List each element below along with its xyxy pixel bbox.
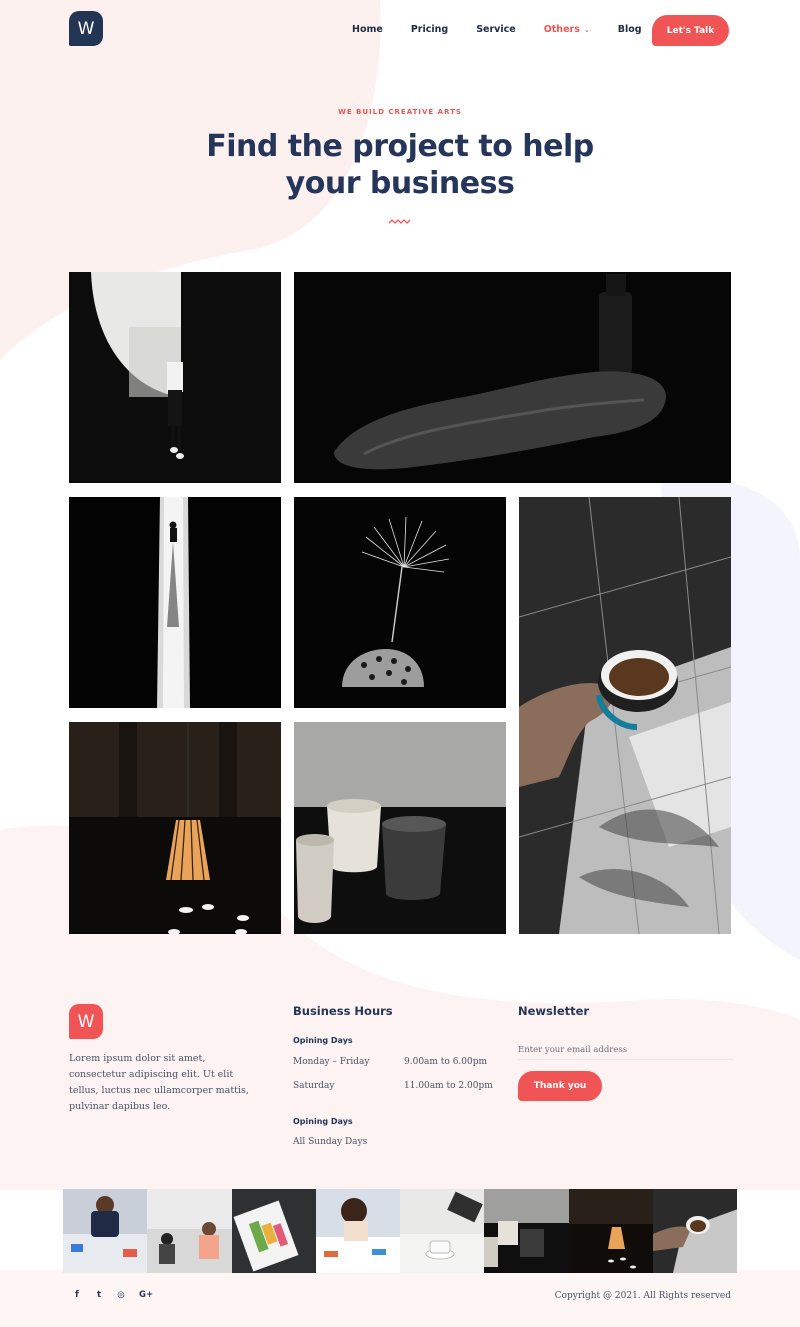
instagram-icon[interactable]: ◎ — [117, 1290, 125, 1300]
hours-row-time: 9.00am to 6.00pm — [404, 1057, 488, 1067]
logo-letter: W — [77, 18, 95, 39]
instagram-strip — [63, 1189, 737, 1273]
chevron-down-icon: ⌄ — [583, 26, 590, 34]
gallery-tile-pendant-lamp[interactable] — [69, 722, 281, 934]
opening-days-label: Opining Days — [293, 1036, 353, 1045]
hero-eyebrow: WE BUILD CREATIVE ARTS — [338, 108, 462, 116]
newsletter-heading: Newsletter — [518, 1004, 590, 1018]
strip-image-2[interactable] — [147, 1189, 232, 1273]
lets-talk-button[interactable]: Let's Talk — [652, 15, 729, 46]
nav-others-label: Others — [543, 24, 580, 35]
hero-title-line1: Find the project to help — [206, 129, 594, 164]
squiggle-divider — [388, 219, 411, 224]
nav-service[interactable]: Service — [476, 24, 516, 35]
hours-row-day: Monday – Friday — [293, 1057, 370, 1067]
strip-image-6[interactable] — [484, 1189, 569, 1273]
copyright-text: Copyright @ 2021. All Rights reserved — [554, 1291, 731, 1301]
footer-logo[interactable]: W — [69, 1004, 103, 1039]
nav-home[interactable]: Home — [352, 24, 383, 35]
gallery-tile-espresso[interactable] — [519, 497, 731, 934]
hero-title-line2: your business — [285, 166, 515, 201]
hours-row-time: 11.00am to 2.00pm — [404, 1081, 493, 1091]
strip-image-5[interactable] — [400, 1189, 485, 1273]
footer-description: Lorem ipsum dolor sit amet, consectetur … — [69, 1053, 249, 1112]
strip-image-8[interactable] — [652, 1189, 737, 1273]
closed-days-label: Opining Days — [293, 1117, 353, 1126]
google-plus-icon[interactable]: G+ — [139, 1290, 153, 1300]
gallery-tile-light-beam[interactable] — [69, 497, 281, 708]
social-links: f t ◎ G+ — [73, 1290, 153, 1300]
main-nav: Home Pricing Service Others ⌄ Blog — [352, 24, 670, 35]
hours-row-day: Saturday — [293, 1081, 335, 1091]
strip-image-1[interactable] — [63, 1189, 148, 1273]
business-hours-heading: Business Hours — [293, 1004, 393, 1018]
gallery-tile-ceramic-cups[interactable] — [294, 722, 506, 934]
strip-image-7[interactable] — [568, 1189, 653, 1273]
nav-blog[interactable]: Blog — [618, 24, 642, 35]
facebook-icon[interactable]: f — [73, 1290, 81, 1300]
closed-days-value: All Sunday Days — [293, 1137, 368, 1147]
gallery-tile-bottle-rock[interactable] — [294, 272, 731, 483]
nav-pricing[interactable]: Pricing — [411, 24, 448, 35]
strip-image-3[interactable] — [231, 1189, 316, 1273]
twitter-icon[interactable]: t — [95, 1290, 103, 1300]
gallery-tile-woman-wall[interactable] — [69, 272, 281, 483]
site-logo[interactable]: W — [69, 11, 103, 46]
strip-image-4[interactable] — [315, 1189, 400, 1273]
footer-logo-letter: W — [77, 1011, 95, 1032]
newsletter-email-input[interactable] — [518, 1040, 733, 1060]
gallery-tile-dandelion[interactable] — [294, 497, 506, 708]
newsletter-submit-button[interactable]: Thank you — [518, 1071, 602, 1101]
hero-title: Find the project to help your business — [200, 128, 600, 202]
nav-others[interactable]: Others ⌄ — [544, 24, 590, 35]
